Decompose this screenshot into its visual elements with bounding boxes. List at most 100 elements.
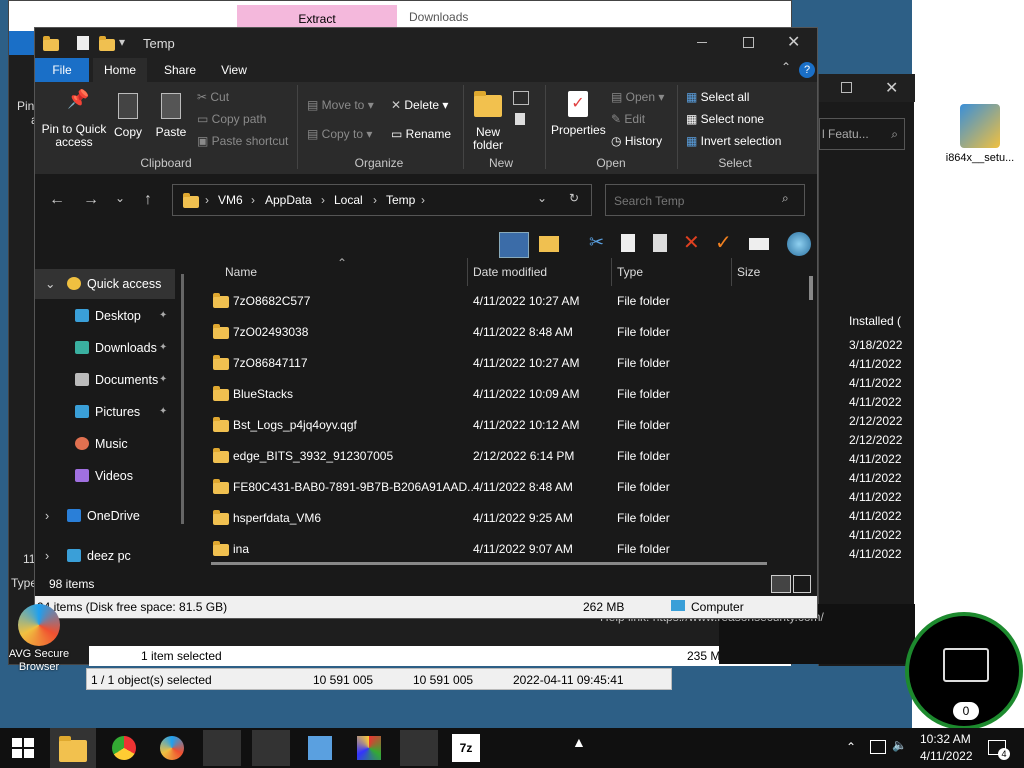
avg-icon <box>18 604 60 646</box>
back-status-bar: 1 item selected 235 MB <box>89 646 791 666</box>
winrar-size1: 10 591 005 <box>313 673 374 687</box>
file-name: 7zO02493038 <box>233 325 309 339</box>
folder-icon <box>213 386 229 401</box>
large-icons-view-icon[interactable] <box>793 575 811 593</box>
file-date: 4/11/2022 10:27 AM <box>473 356 580 370</box>
computer-icon <box>671 600 685 611</box>
winrar-selected: 1 / 1 object(s) selected <box>91 673 212 687</box>
file-name: hsperfdata_VM6 <box>233 511 322 525</box>
mouse-cursor-icon: ▲ <box>572 734 586 750</box>
windows-start-icon[interactable] <box>12 738 34 758</box>
details-view-icon[interactable] <box>771 575 791 593</box>
file-row[interactable]: FE80C431-BAB0-7891-9B7B-B206A91AAD... 4/1… <box>211 472 781 503</box>
folder-icon <box>213 510 229 525</box>
file-type: File folder <box>617 449 670 463</box>
apps-taskbar-icon[interactable] <box>357 736 381 760</box>
installed-date: 4/11/2022 <box>849 490 902 504</box>
installed-date: 4/11/2022 <box>849 471 902 485</box>
installed-date: 4/11/2022 <box>849 452 902 466</box>
status-bar: 94 items (Disk free space: 81.5 GB) 262 … <box>35 596 817 618</box>
folder-icon <box>213 355 229 370</box>
file-date: 4/11/2022 8:48 AM <box>473 480 573 494</box>
file-date: 4/11/2022 9:25 AM <box>473 511 573 525</box>
folder-icon <box>213 448 229 463</box>
item-count: 98 items <box>49 577 95 591</box>
avg-label: AVG Secure Browser <box>8 648 70 673</box>
file-type: File folder <box>617 387 670 401</box>
file-date: 4/11/2022 10:12 AM <box>473 418 580 432</box>
file-row[interactable]: Bst_Logs_p4jq4oyv.qgf 4/11/2022 10:12 AM F… <box>211 410 781 441</box>
file-name: BlueStacks <box>233 387 294 401</box>
installed-date: 3/18/2022 <box>849 338 903 352</box>
file-type: File folder <box>617 294 670 308</box>
status-size: 262 MB <box>583 600 625 614</box>
volume-icon[interactable]: 🔈 <box>892 738 907 752</box>
widget-count: 0 <box>953 702 979 720</box>
file-date: 4/11/2022 8:48 AM <box>473 325 573 339</box>
installed-date: 4/11/2022 <box>849 395 902 409</box>
installed-date: 4/11/2022 <box>849 547 902 561</box>
installed-date: 2/12/2022 <box>849 414 903 428</box>
nox-multi-taskbar-icon[interactable] <box>252 730 290 766</box>
folder-icon <box>213 479 229 494</box>
laptop-shield-icon <box>943 648 989 682</box>
file-row[interactable]: edge_BITS_3932_912307005 2/12/2022 6:14 P… <box>211 441 781 472</box>
file-type: File folder <box>617 418 670 432</box>
file-row[interactable]: hsperfdata_VM6 4/11/2022 9:25 AM File fold… <box>211 503 781 534</box>
clock-date[interactable]: 4/11/2022 <box>920 749 973 763</box>
right-date-list: 3/18/2022 4/11/2022 4/11/2022 4/11/2022 2/12… <box>849 336 909 564</box>
nox-taskbar-icon[interactable] <box>203 730 241 766</box>
file-type: File folder <box>617 356 670 370</box>
avg-browser-desktop-icon[interactable]: AVG Secure Browser <box>6 604 72 674</box>
nav-scrollbar[interactable] <box>181 274 184 524</box>
horizontal-scrollbar[interactable] <box>211 562 767 565</box>
clock-time[interactable]: 10:32 AM <box>920 732 971 746</box>
file-type: File folder <box>617 511 670 525</box>
installed-date: 4/11/2022 <box>849 357 902 371</box>
file-name: Bst_Logs_p4jq4oyv.qgf <box>233 418 357 432</box>
folder-icon <box>59 736 87 762</box>
file-date: 4/11/2022 9:07 AM <box>473 542 573 556</box>
temp-explorer-window[interactable]: ▾ Temp ✕ File Home Share View ⌃ ? 📌 Pin … <box>34 27 818 619</box>
winrar-datetime: 2022-04-11 09:45:41 <box>513 673 624 687</box>
file-type: File folder <box>617 480 670 494</box>
bluestacks-taskbar-icon[interactable] <box>400 730 438 766</box>
file-name: ina <box>233 542 250 556</box>
file-list: 7zO8682C577 4/11/2022 10:27 AM File folder… <box>35 28 817 588</box>
file-row[interactable]: ina 4/11/2022 9:07 AM File folder <box>211 534 781 565</box>
folder-icon <box>213 541 229 556</box>
back-status-selected: 1 item selected <box>141 649 222 663</box>
chrome-taskbar-icon[interactable] <box>112 736 136 760</box>
file-name: 7zO86847117 <box>233 356 308 370</box>
installed-date: 4/11/2022 <box>849 509 902 523</box>
file-row[interactable]: 7zO02493038 4/11/2022 8:48 AM File folder <box>211 317 781 348</box>
file-row[interactable]: 7zO86847117 4/11/2022 10:27 AM File folder <box>211 348 781 379</box>
taskbar: 7z ▲ ⌃ 🔈 10:32 AM 4/11/2022 4 <box>0 728 1024 768</box>
file-type: File folder <box>617 325 670 339</box>
installed-date: 4/11/2022 <box>849 376 902 390</box>
file-name: edge_BITS_3932_912307005 <box>233 449 394 463</box>
right-column-header[interactable]: Installed ( <box>849 314 901 328</box>
control-panel-taskbar-icon[interactable] <box>308 736 332 760</box>
avg-browser-taskbar-icon[interactable] <box>160 736 184 760</box>
file-date: 2/12/2022 6:14 PM <box>473 449 575 463</box>
folder-icon <box>213 293 229 308</box>
file-explorer-taskbar-icon[interactable] <box>50 728 96 768</box>
security-widget[interactable]: 0 <box>905 612 1023 730</box>
file-date: 4/11/2022 10:09 AM <box>473 387 580 401</box>
folder-icon <box>213 417 229 432</box>
7zip-taskbar-icon[interactable]: 7z <box>452 734 480 762</box>
file-name: FE80C431-BAB0-7891-9B7B-B206A91AAD... <box>233 480 473 494</box>
winrar-status-bar: 1 / 1 object(s) selected 10 591 005 10 5… <box>86 668 672 690</box>
file-row[interactable]: 7zO8682C577 4/11/2022 10:27 AM File folder <box>211 286 781 317</box>
installed-date: 2/12/2022 <box>849 433 903 447</box>
winrar-size2: 10 591 005 <box>413 673 474 687</box>
file-type: File folder <box>617 542 670 556</box>
vertical-scrollbar[interactable] <box>809 276 813 300</box>
file-row[interactable]: BlueStacks 4/11/2022 10:09 AM File folder <box>211 379 781 410</box>
show-hidden-icons[interactable]: ⌃ <box>846 740 856 754</box>
network-icon[interactable] <box>870 740 886 754</box>
folder-icon <box>213 324 229 339</box>
status-location: Computer <box>691 600 744 614</box>
items-strip: 98 items <box>35 572 817 596</box>
